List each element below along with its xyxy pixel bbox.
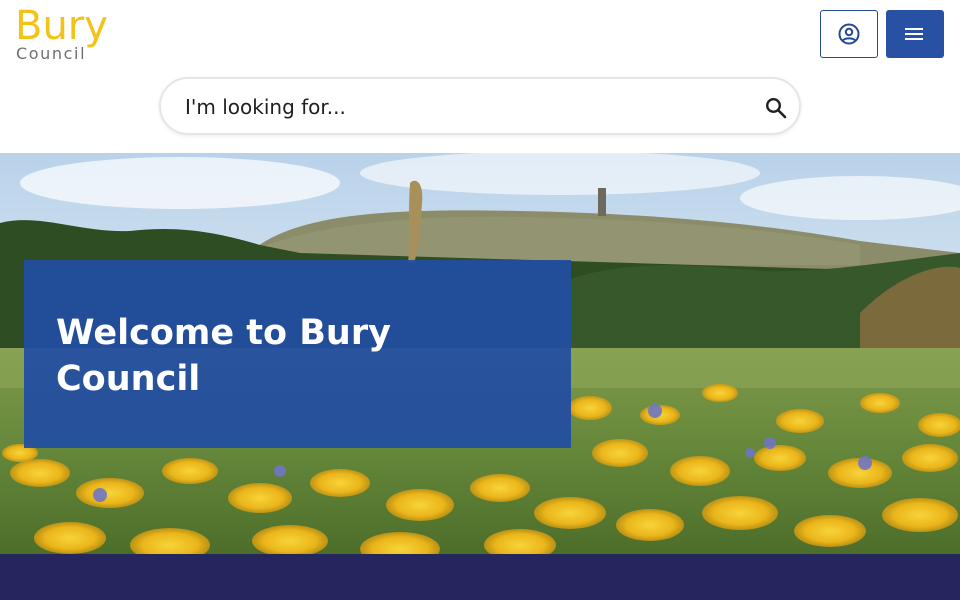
account-button[interactable] bbox=[820, 10, 878, 58]
site-header: Bury Council bbox=[0, 0, 960, 153]
hero-title: Welcome to Bury Council bbox=[56, 313, 391, 399]
menu-button[interactable] bbox=[886, 10, 944, 58]
logo-wordmark-bury: Bury bbox=[15, 3, 108, 49]
hero-banner: Welcome to Bury Council bbox=[0, 153, 960, 554]
hero-title-panel: Welcome to Bury Council bbox=[24, 260, 571, 448]
hamburger-menu-icon bbox=[905, 28, 923, 40]
search-input[interactable] bbox=[185, 91, 745, 123]
account-circle-icon bbox=[838, 23, 860, 45]
bury-council-logo[interactable]: Bury Council bbox=[15, 3, 125, 63]
search-bar bbox=[159, 77, 801, 135]
search-button[interactable] bbox=[761, 93, 791, 123]
search-icon bbox=[765, 97, 787, 119]
logo-wordmark-council: Council bbox=[16, 44, 87, 63]
navy-content-band bbox=[0, 554, 960, 600]
